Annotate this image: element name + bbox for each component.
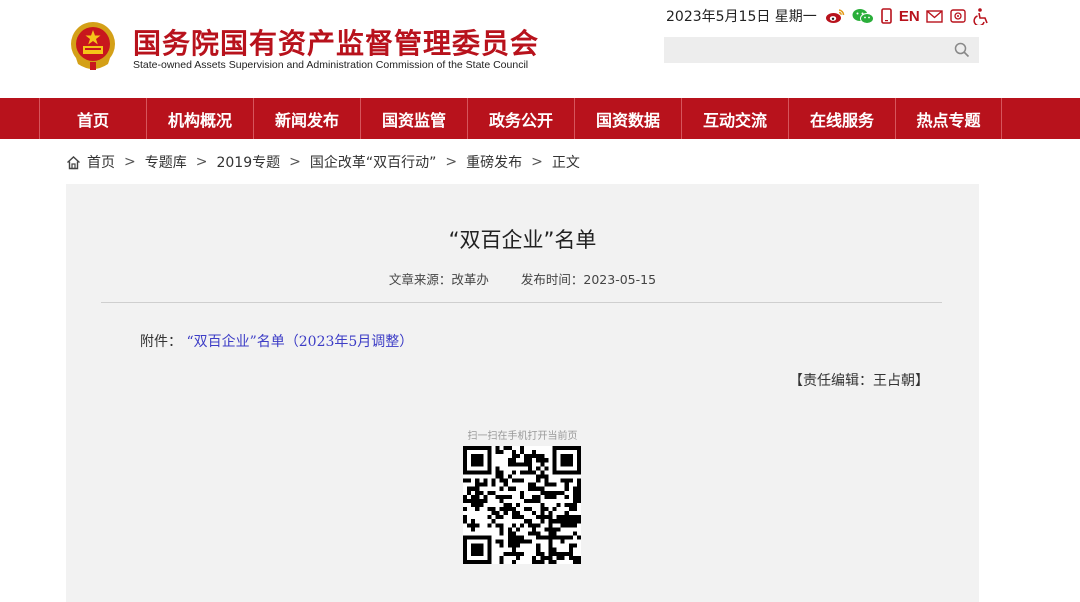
title-divider <box>101 302 942 303</box>
breadcrumb-separator: > <box>124 154 136 170</box>
current-date: 2023年5月15日 星期一 <box>666 9 817 25</box>
breadcrumb-separator: > <box>195 154 208 170</box>
nav-item-interaction[interactable]: 互动交流 <box>681 98 788 139</box>
wechat-icon[interactable] <box>852 8 874 25</box>
nav-item-supervision[interactable]: 国资监管 <box>360 98 467 139</box>
nav-item-data[interactable]: 国资数据 <box>574 98 681 139</box>
breadcrumb-current: 正文 <box>551 155 580 171</box>
attachment-row: 附件： “双百企业”名单（2023年5月调整） <box>140 331 413 351</box>
responsible-editor: 【责任编辑：王占朝】 <box>789 373 929 389</box>
search-box <box>664 37 979 63</box>
breadcrumb-home[interactable]: 首页 <box>87 152 115 172</box>
search-input[interactable] <box>664 37 944 63</box>
search-icon[interactable] <box>953 41 971 59</box>
home-icon <box>66 155 81 170</box>
nav-item-online-service[interactable]: 在线服务 <box>788 98 895 139</box>
attachment-link[interactable]: “双百企业”名单（2023年5月调整） <box>186 334 413 350</box>
site-title[interactable]: 国务院国有资产监督管理委员会 <box>133 22 539 62</box>
top-toolbar: 2023年5月15日 星期一 EN <box>666 5 996 27</box>
breadcrumb-2019-topics[interactable]: 2019专题 <box>216 152 280 172</box>
breadcrumb-separator: > <box>531 154 543 170</box>
main-nav-list: 首页 机构概况 新闻发布 国资监管 政务公开 国资数据 互动交流 在线服务 热点… <box>39 98 1002 139</box>
nav-item-home[interactable]: 首页 <box>39 98 146 139</box>
weibo-icon[interactable] <box>825 8 845 24</box>
national-emblem-logo[interactable] <box>68 20 118 72</box>
breadcrumb-topic-library[interactable]: 专题库 <box>145 152 187 172</box>
article-source: 文章来源：改革办 <box>388 272 489 287</box>
breadcrumb-reform-action[interactable]: 国企改革“双百行动” <box>310 152 437 172</box>
nav-item-organization[interactable]: 机构概况 <box>146 98 253 139</box>
breadcrumb-separator: > <box>445 154 458 170</box>
qr-caption: 扫一扫在手机打开当前页 <box>467 431 578 442</box>
nav-item-news[interactable]: 新闻发布 <box>253 98 360 139</box>
accessibility-icon[interactable] <box>973 7 989 25</box>
mail-icon[interactable] <box>925 9 943 23</box>
site-header: 国务院国有资产监督管理委员会 State-owned Assets Superv… <box>0 0 1080 98</box>
attachment-label: 附件： <box>140 334 182 350</box>
breadcrumb-separator: > <box>289 154 301 170</box>
email-subscribe-icon[interactable] <box>949 9 966 23</box>
article-publish-date: 发布时间：2023-05-15 <box>520 272 657 287</box>
main-nav: 首页 机构概况 新闻发布 国资监管 政务公开 国资数据 互动交流 在线服务 热点… <box>0 98 1080 139</box>
mobile-icon[interactable] <box>881 8 892 24</box>
article-panel: “双百企业”名单 文章来源：改革办 发布时间：2023-05-15 附件： “双… <box>66 184 979 602</box>
breadcrumb-major-release[interactable]: 重磅发布 <box>466 152 522 172</box>
english-link[interactable]: EN <box>899 8 920 25</box>
breadcrumb: 首页 > 专题库 > 2019专题 > 国企改革“双百行动” > 重磅发布 > … <box>66 151 580 173</box>
nav-item-hot-topics[interactable]: 热点专题 <box>895 98 1002 139</box>
article-title: “双百企业”名单 <box>448 228 597 252</box>
qr-code <box>463 446 581 564</box>
nav-item-government-affairs[interactable]: 政务公开 <box>467 98 574 139</box>
article-meta: 文章来源：改革办 发布时间：2023-05-15 <box>66 269 979 288</box>
site-title-english: State-owned Assets Supervision and Admin… <box>133 59 529 71</box>
